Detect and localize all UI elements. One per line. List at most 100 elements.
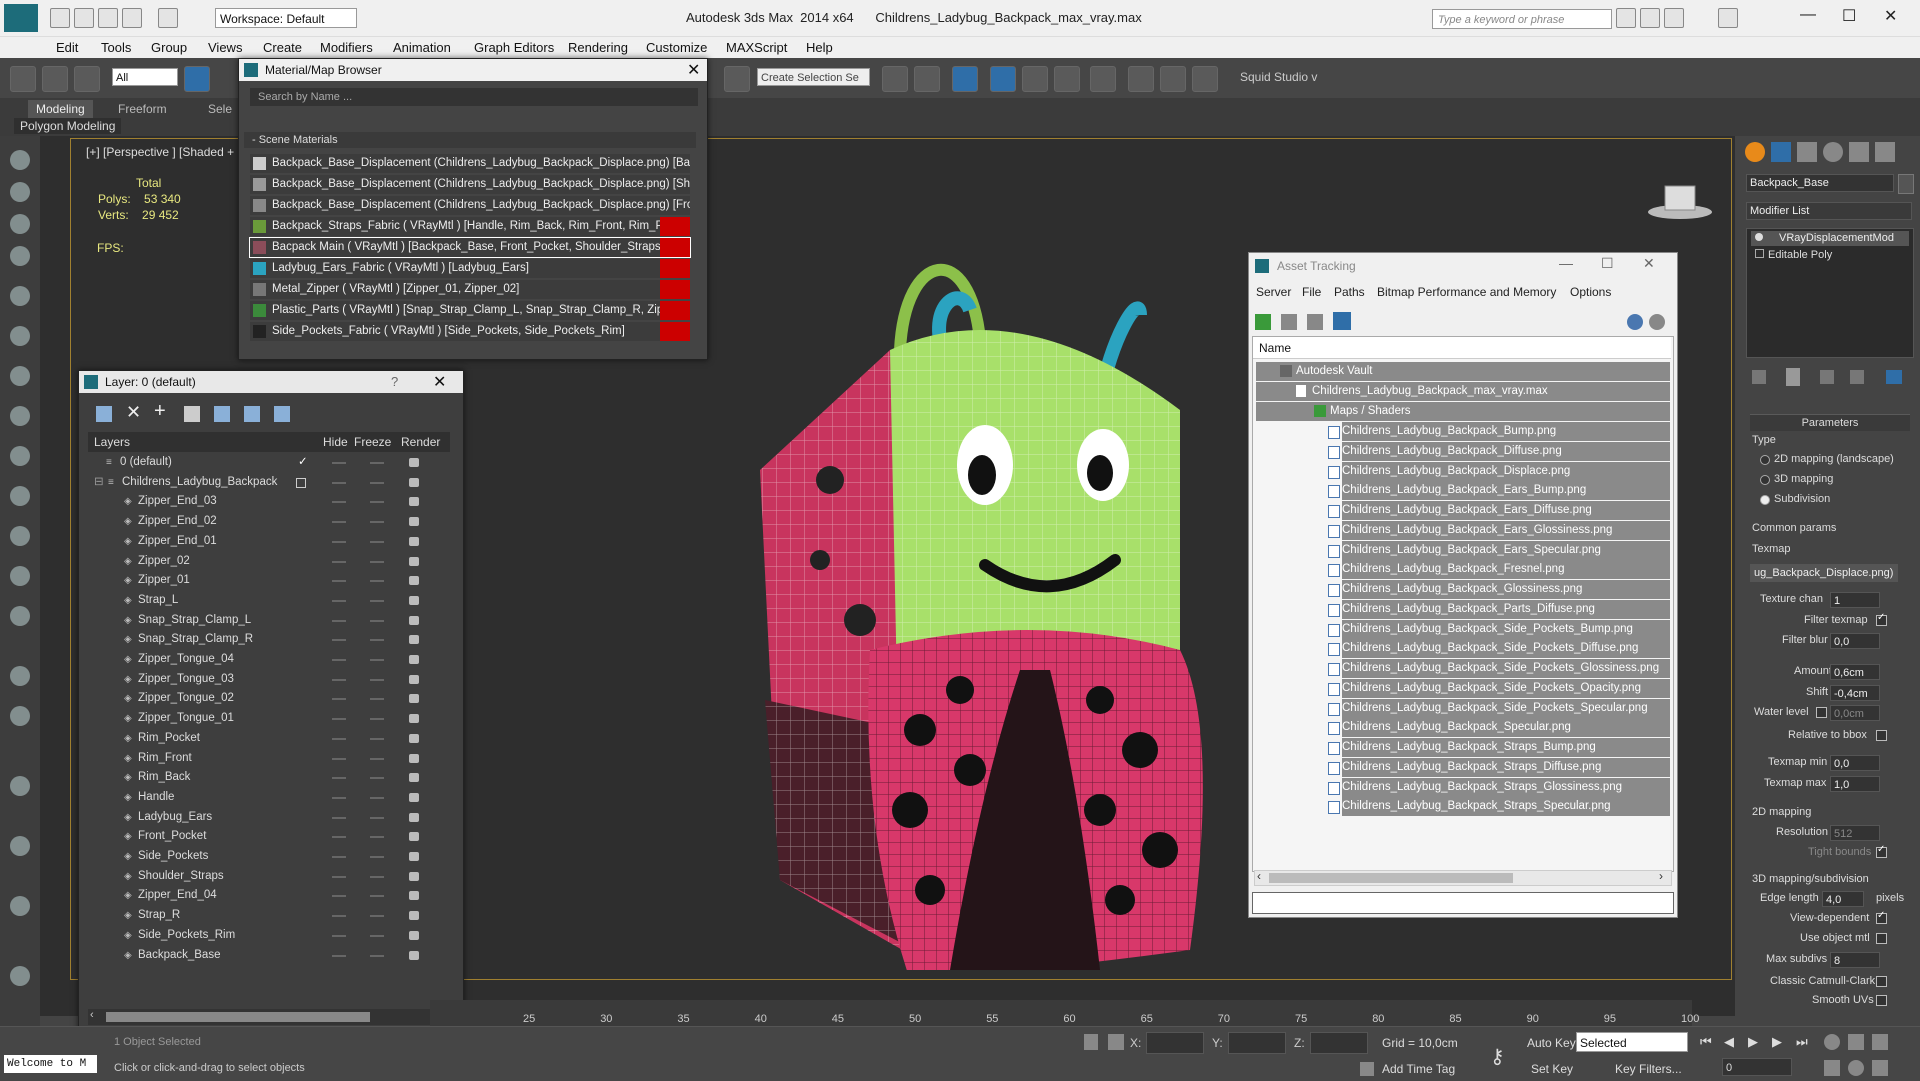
hide-toggle[interactable] xyxy=(332,796,346,799)
hide-toggle[interactable] xyxy=(332,954,346,957)
render-teapot-icon[interactable] xyxy=(409,891,419,901)
helper-icon[interactable] xyxy=(10,366,30,386)
previous-frame-icon[interactable]: ◀ xyxy=(1724,1034,1734,1050)
hide-toggle[interactable] xyxy=(332,560,346,563)
freeze-toggle[interactable] xyxy=(370,659,384,661)
asset-map-row[interactable]: Childrens_Ladybug_Backpack_Straps_Diffus… xyxy=(1328,757,1670,777)
layer-object-row[interactable]: ◈ Rim_Back xyxy=(88,768,450,787)
close-button[interactable]: ✕ xyxy=(1884,6,1897,26)
col-layers[interactable]: Layers xyxy=(94,435,130,449)
asset-map-row[interactable]: Childrens_Ladybug_Backpack_Ears_Glossine… xyxy=(1328,520,1670,540)
particles-icon[interactable] xyxy=(10,666,30,686)
y-coord-field[interactable] xyxy=(1228,1032,1286,1054)
asset-map-row[interactable]: Childrens_Ladybug_Backpack_Fresnel.png xyxy=(1328,560,1670,580)
use-object-mtl-checkbox[interactable] xyxy=(1876,933,1887,944)
render-teapot-icon[interactable] xyxy=(409,911,419,921)
select-object-icon[interactable] xyxy=(184,66,210,92)
settings-icon[interactable] xyxy=(1649,314,1665,330)
menu-group[interactable]: Group xyxy=(151,40,187,55)
geosphere-icon[interactable] xyxy=(10,606,30,626)
layer-object-row[interactable]: ◈ Handle xyxy=(88,788,450,807)
hide-toggle[interactable] xyxy=(332,698,346,701)
material-item[interactable]: Backpack_Base_Displacement (Childrens_La… xyxy=(250,196,690,215)
asset-maps-folder-row[interactable]: Maps / Shaders xyxy=(1256,402,1670,421)
hide-toggle[interactable] xyxy=(332,462,346,464)
scene-materials-header[interactable]: - Scene Materials xyxy=(244,132,696,148)
radio-subdivision[interactable] xyxy=(1760,495,1770,505)
layer-object-row[interactable]: ◈ Zipper_02 xyxy=(88,552,450,571)
texmap-max-field[interactable]: 1,0 xyxy=(1830,776,1880,792)
texmap-button[interactable]: ug_Backpack_Displace.png) xyxy=(1750,564,1898,582)
layer-panel-close-icon[interactable]: ✕ xyxy=(433,372,446,392)
time-tag-icon[interactable] xyxy=(1360,1062,1374,1076)
hide-toggle[interactable] xyxy=(332,481,346,484)
water-level-checkbox[interactable] xyxy=(1816,707,1827,718)
asset-vault-row[interactable]: Autodesk Vault xyxy=(1256,362,1670,381)
squid-studio-label[interactable]: Squid Studio v xyxy=(1240,70,1317,84)
scroll-right-icon[interactable]: › xyxy=(1659,869,1663,883)
layer-object-row[interactable]: ◈ Side_Pockets_Rim xyxy=(88,926,450,945)
filter-texmap-checkbox[interactable] xyxy=(1876,612,1887,626)
hide-toggle[interactable] xyxy=(332,737,346,740)
freeze-toggle[interactable] xyxy=(370,540,384,543)
timeline-ruler[interactable] xyxy=(430,1000,1692,1026)
menu-maxscript[interactable]: MAXScript xyxy=(726,40,787,55)
freeze-toggle[interactable] xyxy=(370,856,384,858)
menu-create[interactable]: Create xyxy=(263,40,302,55)
sphere-icon[interactable] xyxy=(10,406,30,426)
hide-toggle[interactable] xyxy=(332,718,346,721)
asset-map-row[interactable]: Childrens_Ladybug_Backpack_Side_Pockets_… xyxy=(1328,619,1670,639)
sun-icon[interactable] xyxy=(10,566,30,586)
render-teapot-icon[interactable] xyxy=(409,733,419,743)
help-icon[interactable] xyxy=(1718,8,1738,28)
render-setup-icon[interactable] xyxy=(1128,66,1154,92)
radio-3d-mapping[interactable] xyxy=(1760,475,1770,485)
stack-item-editable-poly[interactable]: Editable Poly xyxy=(1751,248,1909,263)
hide-toggle[interactable] xyxy=(332,540,346,543)
object-color-swatch[interactable] xyxy=(1898,174,1914,194)
col-hide[interactable]: Hide xyxy=(323,435,348,449)
select-in-layer-icon[interactable] xyxy=(184,406,200,422)
layer-horizontal-scrollbar[interactable]: ‹ › xyxy=(88,1009,450,1025)
viewcube-icon[interactable] xyxy=(1645,178,1715,220)
freeze-toggle[interactable] xyxy=(370,915,384,918)
tight-bounds-checkbox[interactable] xyxy=(1876,844,1887,858)
menu-edit[interactable]: Edit xyxy=(56,40,78,55)
unlink-icon[interactable] xyxy=(42,66,68,92)
zoom-all-icon[interactable] xyxy=(1848,1034,1864,1050)
tab-freeform[interactable]: Freeform xyxy=(110,100,175,118)
hair-icon[interactable] xyxy=(10,836,30,856)
x-coord-field[interactable] xyxy=(1146,1032,1204,1054)
selection-filter-select[interactable]: All xyxy=(112,68,178,86)
globe-icon[interactable] xyxy=(10,896,30,916)
zoom-icon[interactable] xyxy=(1824,1034,1840,1050)
layer-object-row[interactable]: ◈ Zipper_Tongue_01 xyxy=(88,709,450,728)
layer-panel-help-icon[interactable]: ? xyxy=(391,374,398,389)
freeze-toggle[interactable] xyxy=(370,599,384,602)
absolute-mode-icon[interactable] xyxy=(1108,1034,1124,1050)
layer-object-row[interactable]: ◈ Strap_R xyxy=(88,906,450,925)
workspace-select[interactable]: Workspace: Default xyxy=(215,8,357,28)
material-browser-close-icon[interactable]: ✕ xyxy=(687,60,700,80)
collapse-icon[interactable]: ⊟ xyxy=(94,473,104,492)
freeze-toggle[interactable] xyxy=(370,481,384,484)
render-teapot-icon[interactable] xyxy=(409,714,419,724)
align-icon[interactable] xyxy=(914,66,940,92)
freeze-toggle[interactable] xyxy=(370,737,384,740)
hide-toggle[interactable] xyxy=(332,619,346,622)
render-teapot-icon[interactable] xyxy=(409,871,419,881)
render-teapot-icon[interactable] xyxy=(409,615,419,625)
freeze-toggle[interactable] xyxy=(370,954,384,957)
maximize-button[interactable]: ☐ xyxy=(1842,6,1856,26)
menu-customize[interactable]: Customize xyxy=(646,40,707,55)
catmull-clark-checkbox[interactable] xyxy=(1876,976,1887,987)
undo-icon[interactable] xyxy=(122,8,142,28)
torus-icon[interactable] xyxy=(10,486,30,506)
material-item[interactable]: Side_Pockets_Fabric ( VRayMtl ) [Side_Po… xyxy=(250,322,690,341)
render-icon[interactable] xyxy=(10,966,30,986)
plane-icon[interactable] xyxy=(10,446,30,466)
refresh-icon[interactable] xyxy=(1255,314,1271,330)
rendered-frame-icon[interactable] xyxy=(1160,66,1186,92)
next-frame-icon[interactable]: ▶ xyxy=(1772,1034,1782,1050)
expand-icon[interactable] xyxy=(1755,249,1764,258)
